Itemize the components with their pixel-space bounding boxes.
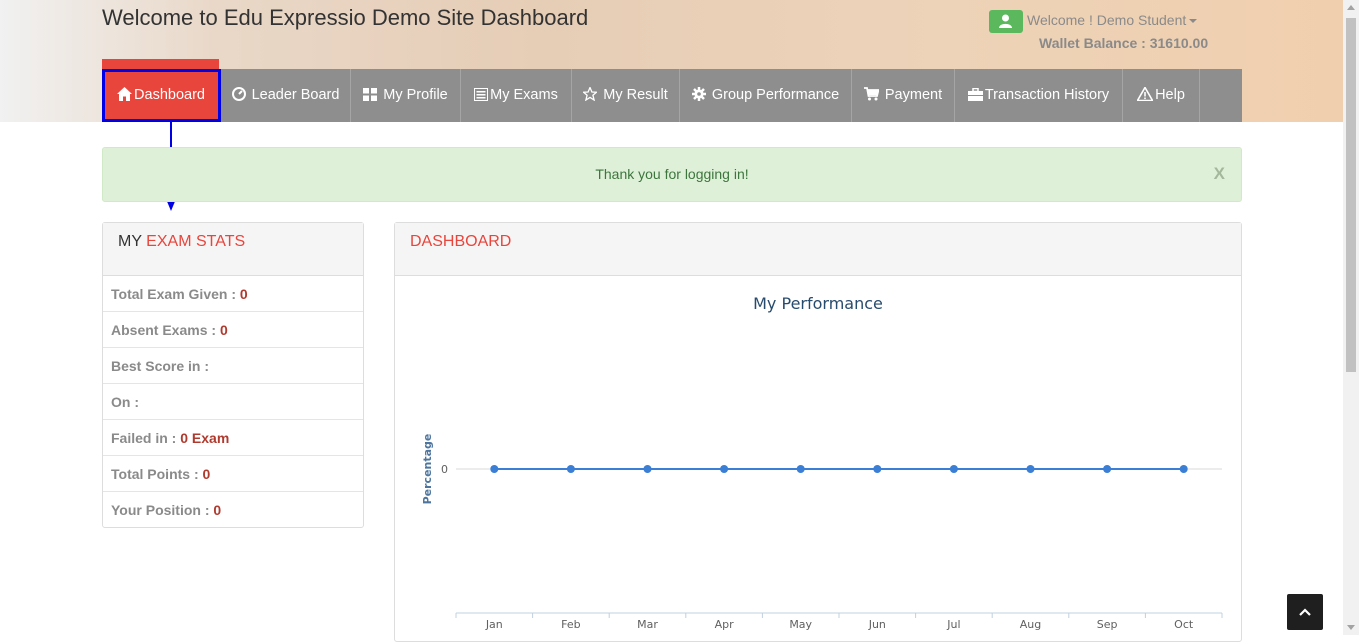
title-highlight: EXAM STATS [146,233,246,250]
nav-label: Help [1155,87,1185,103]
stat-row-best-score: Best Score in : [103,348,363,384]
x-tick-label: Sep [1097,618,1118,631]
nav-label: My Profile [383,87,448,103]
main-navbar: Dashboard Leader Board My Profile My Exa… [102,69,1242,122]
nav-label: Leader Board [251,87,340,103]
nav-item-my-result[interactable]: My Result [572,69,680,122]
data-point [873,465,882,473]
x-tick-label: Jan [485,618,503,631]
data-point [720,465,729,473]
dashboard-title: DASHBOARD [395,223,1241,276]
nav-label: Payment [884,87,943,103]
nav-label: My Result [603,87,668,103]
nav-label: My Exams [490,87,558,103]
welcome-label: Welcome ! Demo Student [1027,12,1187,28]
dashboard-gauge-icon [231,87,246,101]
nav-item-my-exams[interactable]: My Exams [461,69,572,122]
page-scrollbar[interactable] [1343,0,1359,635]
nav-item-group-performance[interactable]: Group Performance [680,69,852,122]
nav-item-leader-board[interactable]: Leader Board [221,69,351,122]
nav-item-dashboard[interactable]: Dashboard [102,69,221,122]
scroll-thumb[interactable] [1346,18,1356,372]
stat-row-failed-in: Failed in : 0 Exam [103,420,363,456]
stat-row-total-points: Total Points : 0 [103,456,363,492]
data-point [796,465,805,473]
x-tick-label: Jun [868,618,886,631]
alert-message: Thank you for logging in! [595,166,749,182]
exam-stats-title: MY EXAM STATS [103,223,363,276]
exam-stats-panel: MY EXAM STATS Total Exam Given : 0 Absen… [102,222,364,528]
dashboard-panel: DASHBOARD My Performance Percentage 0 Jan… [394,222,1242,642]
y-tick-label: 0 [441,463,448,476]
x-tick-label: Jul [946,618,960,631]
x-tick-label: Mar [637,618,658,631]
stat-label: Failed in : [111,430,177,446]
stat-row-your-position: Your Position : 0 [103,492,363,528]
nav-item-my-profile[interactable]: My Profile [351,69,461,122]
x-tick-label: Aug [1020,618,1041,631]
data-point [566,465,575,473]
stat-row-on: On : [103,384,363,420]
stat-label: Your Position : [111,502,210,518]
list-icon [474,88,489,101]
stat-value: 0 [219,322,228,338]
user-icon [989,10,1023,33]
login-success-alert: Thank you for logging in! X [102,147,1242,202]
scroll-down-icon[interactable] [1347,625,1355,630]
performance-chart: My Performance Percentage 0 Jan Feb Mar Apr M… [421,294,1223,631]
chart-plot-area: 0 Jan Feb Mar Apr May Jun Jul Aug Sep Oct [441,463,1223,631]
data-point [1026,465,1035,473]
x-tick-label: May [789,618,812,631]
data-point [643,465,652,473]
x-tick-label: Feb [561,618,580,631]
stat-label: On : [111,394,139,410]
home-icon [117,87,133,101]
chevron-up-icon [1299,608,1311,616]
nav-label: Group Performance [711,87,840,103]
data-point [1103,465,1112,473]
stat-value: 0 [239,286,248,302]
data-point [1179,465,1188,473]
gear-icon [691,87,706,101]
nav-item-help[interactable]: Help [1123,69,1200,122]
wallet-balance: Wallet Balance : 31610.00 [1039,35,1209,51]
scroll-up-icon[interactable] [1347,5,1355,10]
stat-value: 0 [213,502,222,518]
stat-row-absent-exams: Absent Exams : 0 [103,312,363,348]
briefcase-icon [967,87,983,101]
page-title: Welcome to Edu Expressio Demo Site Dashb… [102,5,589,30]
nav-item-payment[interactable]: Payment [852,69,955,122]
title-prefix: MY [118,233,142,250]
stat-label: Total Exam Given : [111,286,236,302]
alert-close-button[interactable]: X [1214,164,1225,184]
chart-title: My Performance [753,294,883,313]
x-tick-label: Oct [1174,618,1194,631]
nav-item-transaction-history[interactable]: Transaction History [955,69,1123,122]
grid-icon [363,88,378,101]
chart-y-axis-label: Percentage [421,434,434,505]
stat-label: Total Points : [111,466,199,482]
nav-label: Dashboard [134,87,205,103]
stat-label: Best Score in : [111,358,210,374]
nav-label: Transaction History [984,87,1110,103]
x-tick-label: Apr [715,618,735,631]
data-point [490,465,499,473]
back-to-top-button[interactable] [1287,594,1323,630]
data-point [949,465,958,473]
warning-icon [1136,85,1154,102]
stat-value: 0 [202,466,211,482]
caret-down-icon [1189,19,1198,24]
star-icon [582,85,599,102]
welcome-dropdown[interactable]: Welcome ! Demo Student [1027,12,1198,28]
stat-row-total-exam-given: Total Exam Given : 0 [103,276,363,312]
stat-value: 0 Exam [180,430,230,446]
stat-label: Absent Exams : [111,322,217,338]
cart-icon [863,87,880,101]
